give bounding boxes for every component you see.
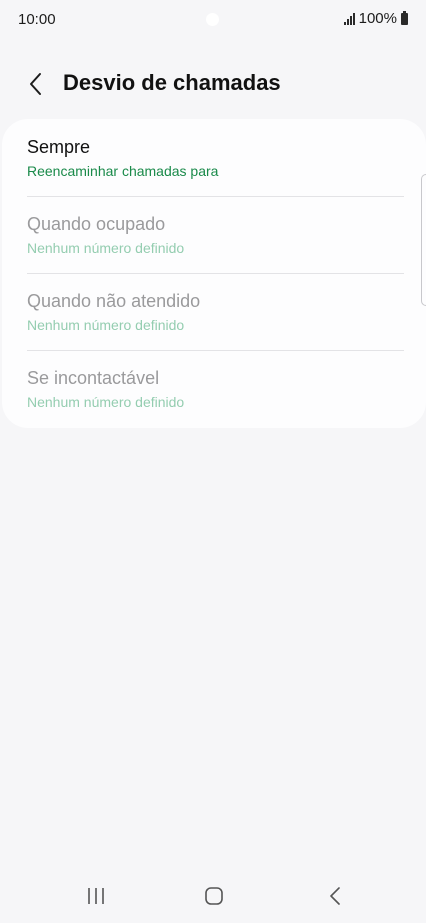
option-subtitle: Nenhum número definido — [27, 394, 185, 410]
option-title: Quando não atendido — [27, 291, 201, 311]
nav-back-button[interactable] — [317, 881, 353, 911]
navigation-bar — [0, 871, 426, 923]
back-icon — [330, 887, 340, 905]
option-when-busy[interactable]: Quando ocupado Nenhum número definido — [27, 196, 404, 273]
signal-icon — [343, 12, 355, 25]
option-subtitle: Nenhum número definido — [27, 240, 185, 256]
option-when-unreachable[interactable]: Se incontactável Nenhum número definido — [27, 350, 404, 427]
status-time: 10:00 — [18, 11, 56, 28]
app-bar: Desvio de chamadas — [0, 64, 426, 104]
battery-icon — [401, 10, 408, 25]
recents-icon — [88, 888, 104, 904]
option-subtitle: Reencaminhar chamadas para — [27, 163, 219, 179]
option-title: Sempre — [27, 137, 91, 157]
recents-button[interactable] — [78, 881, 114, 911]
option-title: Quando ocupado — [27, 214, 166, 234]
chevron-left-icon — [30, 73, 41, 95]
camera-cutout — [206, 13, 219, 26]
scrollbar[interactable] — [421, 174, 426, 306]
battery-percent: 100% — [358, 10, 397, 27]
status-bar: 10:00 100% — [0, 0, 426, 40]
option-title: Se incontactável — [27, 368, 160, 388]
option-when-unanswered[interactable]: Quando não atendido Nenhum número defini… — [27, 273, 404, 350]
home-button[interactable] — [196, 881, 232, 911]
status-indicators: 100% — [343, 10, 408, 27]
option-always[interactable]: Sempre Reencaminhar chamadas para — [27, 119, 404, 196]
home-icon — [205, 887, 223, 905]
screen: 10:00 100% Desvio de chamadas Sempre Ree… — [0, 0, 426, 923]
back-button[interactable] — [22, 70, 50, 98]
page-title: Desvio de chamadas — [63, 70, 281, 95]
option-subtitle: Nenhum número definido — [27, 317, 185, 333]
call-forwarding-options-card: Sempre Reencaminhar chamadas para Quando… — [2, 119, 426, 428]
